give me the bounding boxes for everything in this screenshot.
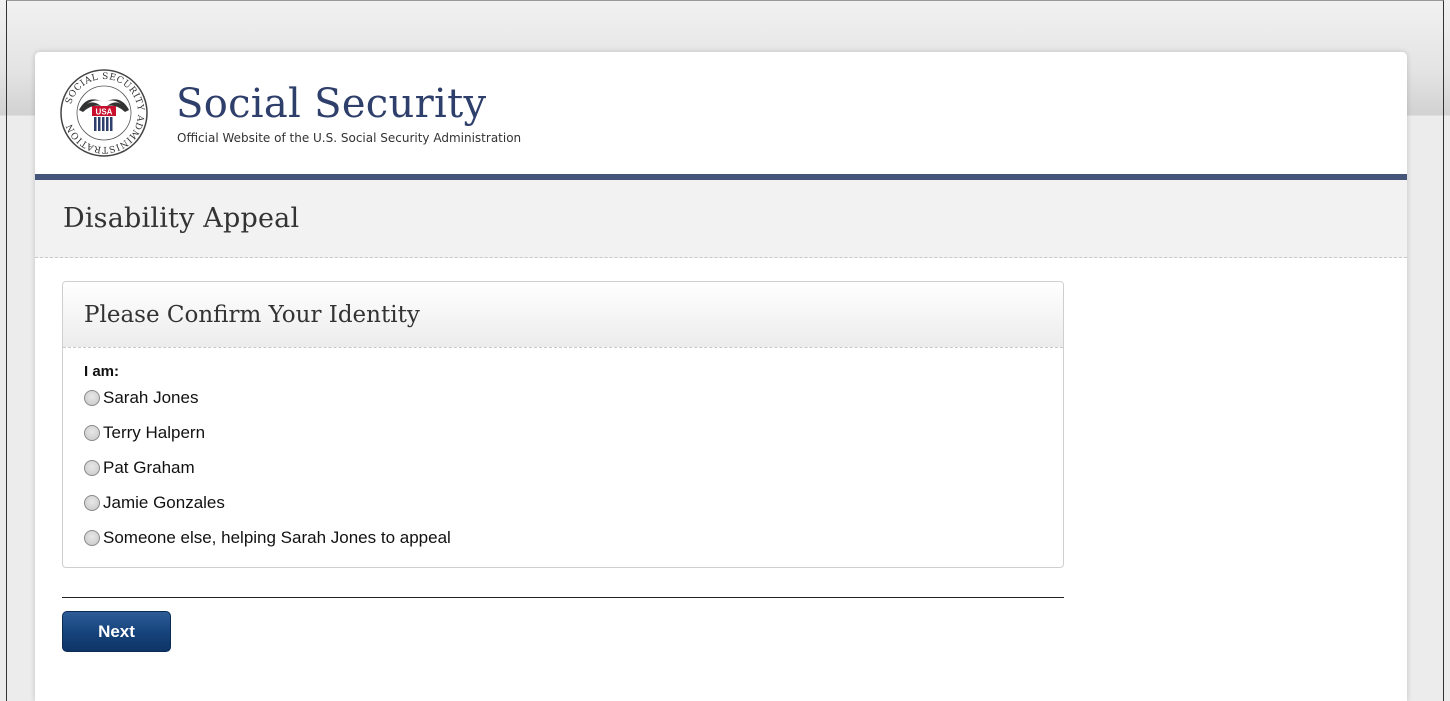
identity-prompt: I am: — [84, 363, 120, 380]
identity-panel-header: Please Confirm Your Identity — [63, 282, 1063, 348]
page-card: SOCIAL SECURITY ADMINISTRATION USA Socia… — [35, 52, 1407, 701]
option-label: Terry Halpern — [103, 423, 206, 442]
option-label: Jamie Gonzales — [103, 493, 225, 512]
identity-option-jamie-gonzales[interactable]: Jamie Gonzales — [84, 491, 1063, 515]
site-subtitle: Official Website of the U.S. Social Secu… — [177, 131, 522, 145]
ssa-seal-icon[interactable]: SOCIAL SECURITY ADMINISTRATION USA — [59, 68, 149, 158]
identity-option-pat-graham[interactable]: Pat Graham — [84, 456, 1063, 480]
form-divider — [62, 597, 1064, 598]
page-title: Disability Appeal — [63, 203, 300, 234]
seal-badge: USA — [96, 108, 113, 117]
next-button[interactable]: Next — [62, 611, 171, 652]
site-title[interactable]: Social Security — [176, 80, 486, 128]
radio-button[interactable] — [84, 390, 100, 406]
identity-panel-title: Please Confirm Your Identity — [84, 301, 420, 328]
identity-radio-group: Sarah Jones Terry Halpern Pat Graham Jam… — [84, 386, 1063, 550]
radio-button[interactable] — [84, 530, 100, 546]
page-heading-bar: Disability Appeal — [35, 180, 1407, 258]
identity-panel: Please Confirm Your Identity I am: Sarah… — [62, 281, 1064, 568]
radio-button[interactable] — [84, 495, 100, 511]
option-label: Someone else, helping Sarah Jones to app… — [103, 528, 451, 547]
option-label: Pat Graham — [103, 458, 195, 477]
identity-option-terry-halpern[interactable]: Terry Halpern — [84, 421, 1063, 445]
site-header: SOCIAL SECURITY ADMINISTRATION USA Socia… — [35, 52, 1407, 180]
identity-option-someone-else[interactable]: Someone else, helping Sarah Jones to app… — [84, 526, 1063, 550]
identity-option-sarah-jones[interactable]: Sarah Jones — [84, 386, 1063, 410]
radio-button[interactable] — [84, 460, 100, 476]
identity-panel-body: I am: Sarah Jones Terry Halpern Pat Grah… — [63, 348, 1063, 550]
option-label: Sarah Jones — [103, 388, 199, 407]
radio-button[interactable] — [84, 425, 100, 441]
